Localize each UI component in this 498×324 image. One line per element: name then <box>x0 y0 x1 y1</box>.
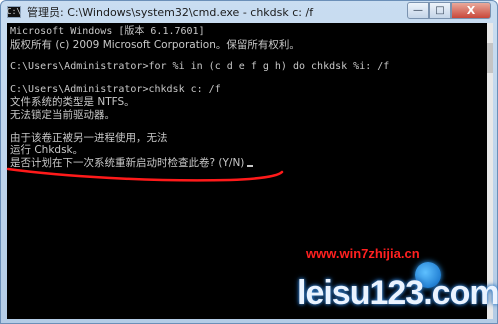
console-line-filesystem: 文件系统的类型是 NTFS。 <box>10 96 135 108</box>
minimize-icon: — <box>413 5 423 16</box>
maximize-button[interactable]: □ <box>429 2 451 19</box>
window-title: 管理员: C:\Windows\system32\cmd.exe - chkds… <box>27 6 314 19</box>
cmd-icon-glyph: C:\ <box>6 7 22 16</box>
console-line-version: Microsoft Windows [版本 6.1.7601] <box>10 26 205 37</box>
close-icon: X <box>466 4 476 17</box>
schedule-prompt-text: 是否计划在下一次系统重新启动时检查此卷? (Y/N) <box>10 157 245 169</box>
window-controls: — □ X <box>407 2 491 20</box>
console-line-volume-in-use: 由于该卷正被另一进程使用，无法 <box>10 132 168 144</box>
maximize-icon: □ <box>435 5 445 16</box>
console-line-schedule-prompt: 是否计划在下一次系统重新启动时检查此卷? (Y/N) <box>10 157 254 169</box>
console-line-chkdsk-command: C:\Users\Administrator>chkdsk c: /f <box>10 84 221 95</box>
cmd-app-icon[interactable]: C:\ <box>7 6 21 18</box>
watermark-brand: leisu123.com <box>297 274 498 312</box>
watermark-url: www.win7zhijia.cn <box>306 246 420 261</box>
minimize-button[interactable]: — <box>407 2 429 19</box>
console-line-copyright: 版权所有 (c) 2009 Microsoft Corporation。保留所有… <box>10 39 300 51</box>
text-cursor <box>247 165 254 167</box>
close-button[interactable]: X <box>451 2 491 19</box>
scrollbar-thumb[interactable] <box>487 43 493 73</box>
console-line-lock-failed: 无法锁定当前驱动器。 <box>10 109 115 121</box>
title-bar[interactable]: C:\ 管理员: C:\Windows\system32\cmd.exe - c… <box>1 1 497 23</box>
console-line-run-chkdsk: 运行 Chkdsk。 <box>10 144 84 156</box>
console-line-for-command: C:\Users\Administrator>for %i in (c d e … <box>10 61 390 72</box>
